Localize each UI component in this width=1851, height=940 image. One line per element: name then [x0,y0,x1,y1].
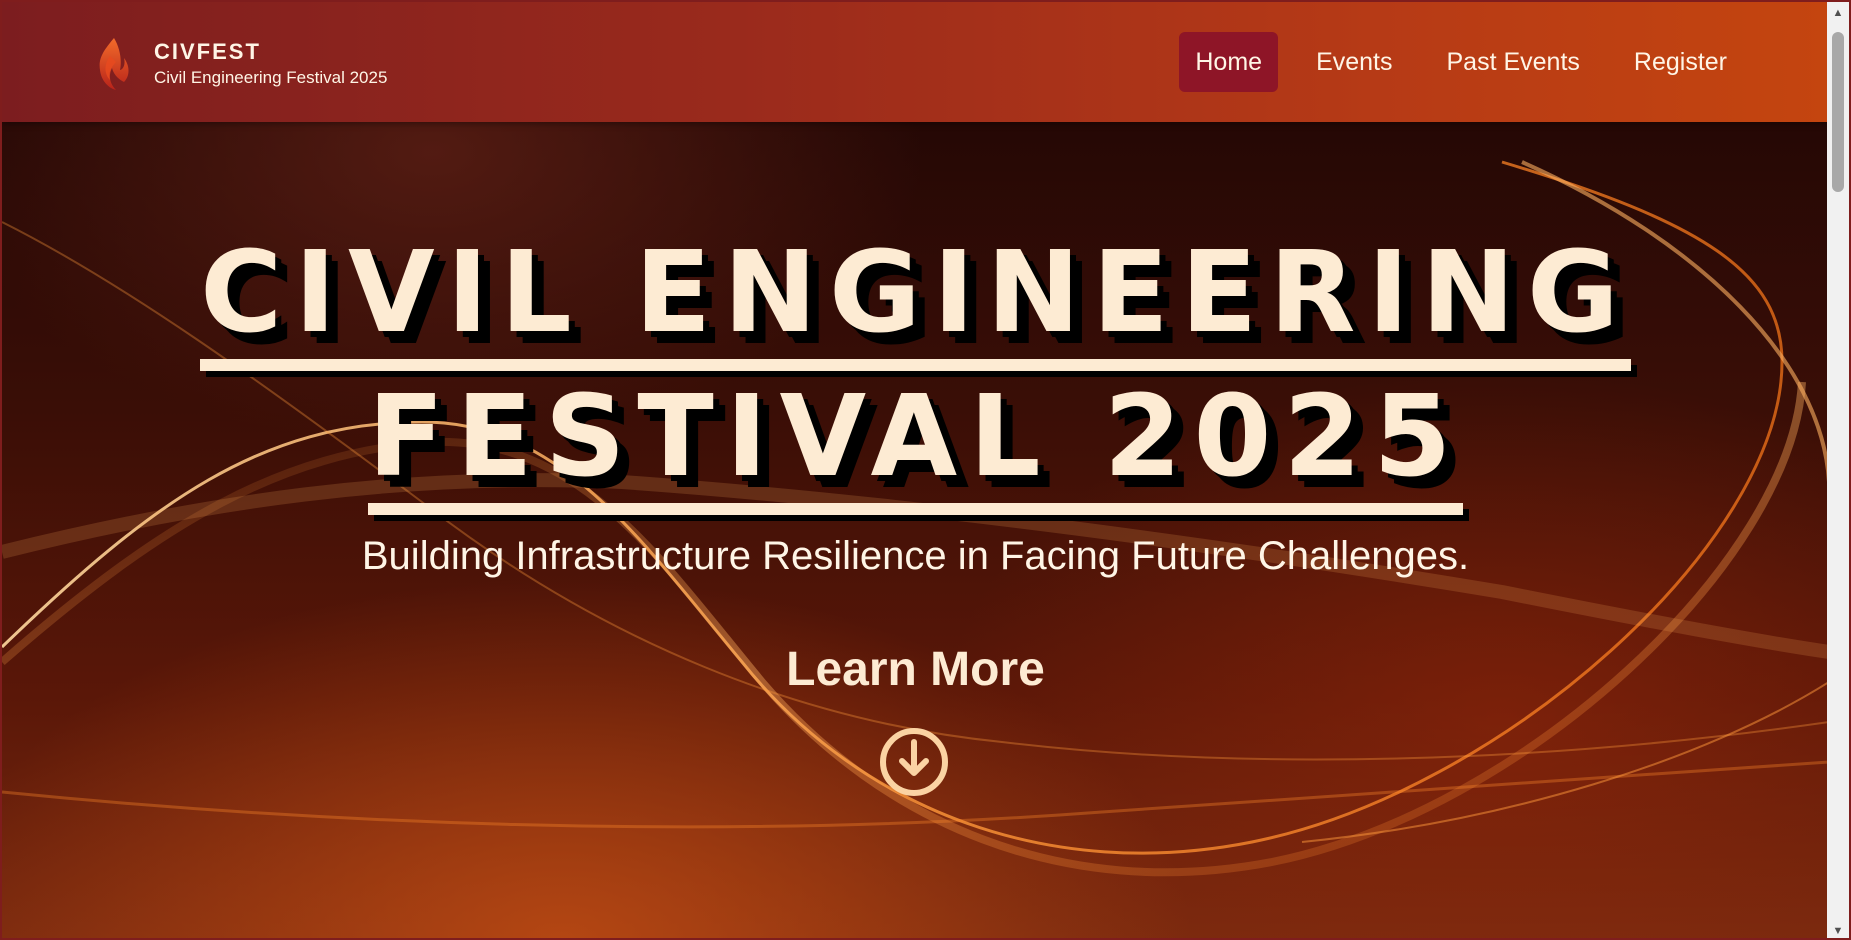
brand[interactable]: CIVFEST Civil Engineering Festival 2025 [92,36,387,92]
flame-logo-icon [99,38,129,90]
nav-events[interactable]: Events [1300,32,1408,92]
scroll-down-arrow-icon[interactable]: ▼ [1827,922,1849,938]
nav-register[interactable]: Register [1618,32,1743,92]
site-header: CIVFEST Civil Engineering Festival 2025 … [2,2,1829,122]
hero-tagline: Building Infrastructure Resilience in Fa… [361,534,1470,578]
scroll-thumb[interactable] [1832,32,1844,192]
arrow-down-circle-icon[interactable] [878,726,950,798]
hero-section: CIVIL ENGINEERING FESTIVAL 2025 Building… [2,122,1829,938]
hero-title: CIVIL ENGINEERING FESTIVAL 2025 [2,227,1829,515]
browser-viewport: CIVFEST Civil Engineering Festival 2025 … [0,0,1851,940]
main-nav: Home Events Past Events Register [1157,32,1743,92]
vertical-scrollbar[interactable]: ▲ ▼ [1827,2,1849,938]
brand-name: CIVFEST [154,39,261,64]
brand-subtitle: Civil Engineering Festival 2025 [154,68,388,87]
nav-home[interactable]: Home [1179,32,1279,92]
nav-past-events[interactable]: Past Events [1431,32,1596,92]
hero-title-line-2: FESTIVAL 2025 [367,371,1464,515]
hero-title-line-1: CIVIL ENGINEERING [200,227,1631,371]
scroll-up-arrow-icon[interactable]: ▲ [1827,4,1849,22]
learn-more-label: Learn More [786,643,1045,696]
learn-more-link[interactable]: Learn More [2,642,1829,698]
